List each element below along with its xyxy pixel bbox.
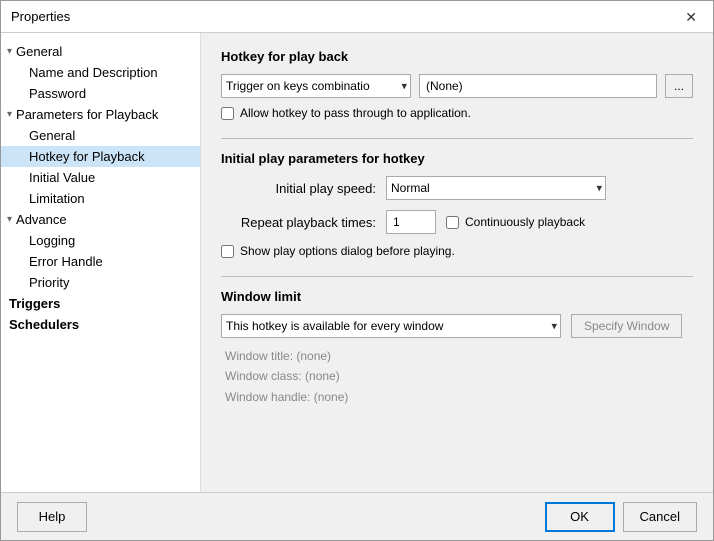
sidebar-item-error-handle[interactable]: Error Handle [1, 251, 200, 272]
window-limit-row: This hotkey is available for every windo… [221, 314, 693, 338]
repeat-times-label: Repeat playback times: [221, 215, 376, 230]
main-content: Hotkey for play back Trigger on keys com… [201, 33, 713, 492]
show-dialog-row: Show play options dialog before playing. [221, 244, 693, 258]
hotkey-section: Hotkey for play back Trigger on keys com… [221, 49, 693, 120]
window-limit-dropdown[interactable]: This hotkey is available for every windo… [221, 314, 561, 338]
window-title-info: Window title: (none) [225, 346, 693, 366]
initial-speed-row: Initial play speed: Normal Slow Fast Cus… [221, 176, 693, 200]
allow-passthrough-label: Allow hotkey to pass through to applicat… [240, 106, 471, 120]
arrow-icon-3: ▾ [7, 214, 12, 225]
initial-params-section: Initial play parameters for hotkey Initi… [221, 151, 693, 258]
sidebar-item-initial-value[interactable]: Initial Value [1, 167, 200, 188]
speed-dropdown-wrapper: Normal Slow Fast Custom [386, 176, 606, 200]
cancel-button[interactable]: Cancel [623, 502, 697, 532]
properties-dialog: Properties ✕ ▾ General Name and Descript… [0, 0, 714, 541]
sidebar-item-general2[interactable]: General [1, 125, 200, 146]
show-dialog-checkbox[interactable] [221, 245, 234, 258]
arrow-icon-2: ▾ [7, 109, 12, 120]
sidebar-item-schedulers[interactable]: Schedulers [1, 314, 200, 335]
window-limit-dropdown-wrapper: This hotkey is available for every windo… [221, 314, 561, 338]
hotkey-value-input[interactable] [419, 74, 657, 98]
sidebar-item-name-desc[interactable]: Name and Description [1, 62, 200, 83]
sidebar-item-label: General [16, 44, 62, 59]
window-class-info: Window class: (none) [225, 366, 693, 386]
divider-1 [221, 138, 693, 139]
window-limit-title: Window limit [221, 289, 693, 304]
continuously-row: Continuously playback [446, 215, 585, 229]
trigger-dropdown[interactable]: Trigger on keys combinatio [221, 74, 411, 98]
close-button[interactable]: ✕ [679, 8, 703, 26]
sidebar-item-hotkey-playback[interactable]: Hotkey for Playback [1, 146, 200, 167]
sidebar-item-priority[interactable]: Priority [1, 272, 200, 293]
dialog-footer: Help OK Cancel [1, 492, 713, 540]
dialog-title: Properties [11, 9, 70, 24]
sidebar-item-logging[interactable]: Logging [1, 230, 200, 251]
sidebar-item-limitation[interactable]: Limitation [1, 188, 200, 209]
help-button[interactable]: Help [17, 502, 87, 532]
repeat-times-input[interactable] [386, 210, 436, 234]
arrow-icon: ▾ [7, 46, 12, 57]
window-info: Window title: (none) Window class: (none… [221, 346, 693, 407]
sidebar-item-general[interactable]: ▾ General [1, 41, 200, 62]
window-handle-info: Window handle: (none) [225, 387, 693, 407]
initial-speed-label: Initial play speed: [221, 181, 376, 196]
sidebar-item-advance[interactable]: ▾ Advance [1, 209, 200, 230]
continuously-label: Continuously playback [465, 215, 585, 229]
sidebar-item-params-playback[interactable]: ▾ Parameters for Playback [1, 104, 200, 125]
hotkey-section-title: Hotkey for play back [221, 49, 693, 64]
ok-button[interactable]: OK [545, 502, 615, 532]
allow-passthrough-checkbox[interactable] [221, 107, 234, 120]
repeat-times-row: Repeat playback times: Continuously play… [221, 210, 693, 234]
sidebar-item-label: Parameters for Playback [16, 107, 158, 122]
footer-right: OK Cancel [545, 502, 697, 532]
sidebar-item-label: Advance [16, 212, 67, 227]
title-bar: Properties ✕ [1, 1, 713, 33]
specify-window-button[interactable]: Specify Window [571, 314, 682, 338]
initial-params-title: Initial play parameters for hotkey [221, 151, 693, 166]
sidebar: ▾ General Name and Description Password … [1, 33, 201, 492]
sidebar-item-triggers[interactable]: Triggers [1, 293, 200, 314]
continuously-checkbox[interactable] [446, 216, 459, 229]
show-dialog-label: Show play options dialog before playing. [240, 244, 455, 258]
hotkey-row: Trigger on keys combinatio ... [221, 74, 693, 98]
divider-2 [221, 276, 693, 277]
speed-dropdown[interactable]: Normal Slow Fast Custom [386, 176, 606, 200]
dots-button[interactable]: ... [665, 74, 693, 98]
dialog-body: ▾ General Name and Description Password … [1, 33, 713, 492]
trigger-dropdown-wrapper: Trigger on keys combinatio [221, 74, 411, 98]
window-limit-section: Window limit This hotkey is available fo… [221, 289, 693, 407]
allow-passthrough-row: Allow hotkey to pass through to applicat… [221, 106, 693, 120]
sidebar-item-password[interactable]: Password [1, 83, 200, 104]
